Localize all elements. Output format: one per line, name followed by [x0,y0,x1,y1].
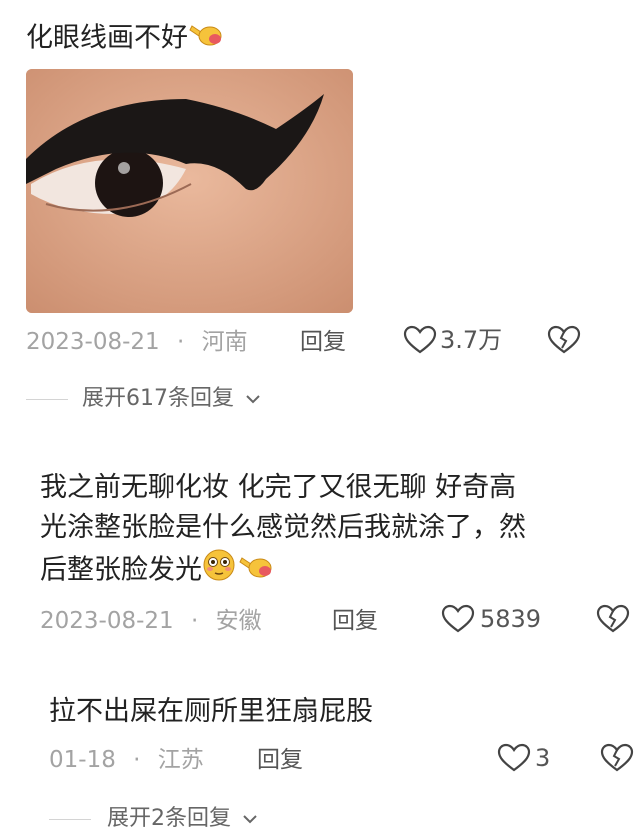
comment-3-dislike-button[interactable] [600,743,634,777]
comment-2-line-3: 后整张脸发光 [40,554,202,586]
comment-1-date: 2023-08-21 [26,329,160,355]
meta-separator: · [190,608,199,634]
comment-2-like-button[interactable]: 5839 [441,604,541,634]
comment-1-text: 化眼线画不好 [26,18,224,60]
meta-separator: · [176,329,185,355]
comment-1-reply-button[interactable]: 回复 [300,327,346,357]
comment-2-text: 我之前无聊化妆 化完了又很无聊 好奇高 光涂整张脸是什么感觉然后我就涂了，然 后… [40,468,526,594]
heart-icon [441,604,475,634]
meta-separator: · [133,747,141,773]
comment-1-meta: 2023-08-21 · 河南 [26,327,248,357]
comment-3-like-button[interactable]: 3 [497,743,550,773]
flushed-face-emoji-icon [202,548,238,594]
heart-icon [497,743,531,773]
comment-2-line-2: 光涂整张脸是什么感觉然后我就涂了，然 [40,512,526,543]
broken-heart-icon [600,743,634,777]
comment-3-expand-replies[interactable]: 展开2条回复 [107,804,258,834]
comment-3-meta: 01-18 · 江苏 [49,745,204,775]
chevron-down-icon [242,804,258,834]
comment-1-location: 河南 [201,329,248,355]
comment-3-text: 拉不出屎在厕所里狂扇屁股 [49,696,373,727]
broken-heart-icon [547,325,581,359]
pointing-hand-emoji-icon [188,18,224,60]
comment-1-like-count: 3.7万 [440,326,503,354]
eyeliner-photo[interactable] [26,69,353,313]
comment-1-expand-label: 展开617条回复 [82,386,234,411]
comment-3-location: 江苏 [157,747,204,773]
broken-heart-icon [596,604,630,638]
comment-1-like-button[interactable]: 3.7万 [403,325,502,355]
comment-2-dislike-button[interactable] [596,604,630,638]
comment-3-like-count: 3 [535,744,551,772]
comment-1-line-1: 化眼线画不好 [26,22,188,54]
comment-3-reply-button[interactable]: 回复 [257,745,303,775]
comment-2-line-3-row: 后整张脸发光 [40,548,526,594]
comment-2-reply-button[interactable]: 回复 [332,606,378,636]
comment-2-line-1: 我之前无聊化妆 化完了又很无聊 好奇高 [40,472,517,503]
heart-icon [403,325,437,355]
pointing-hand-emoji-icon [238,550,274,592]
comment-1-dislike-button[interactable] [547,325,581,359]
comment-2-like-count: 5839 [480,605,542,633]
comment-2-date: 2023-08-21 [40,608,174,634]
expand-divider-line [49,819,91,820]
comment-2-location: 安徽 [215,608,262,634]
expand-divider-line [26,399,68,400]
comment-2-meta: 2023-08-21 · 安徽 [40,606,262,636]
comment-1-expand-replies[interactable]: 展开617条回复 [82,384,261,414]
chevron-down-icon [245,384,261,414]
comment-3-expand-label: 展开2条回复 [107,806,231,831]
comment-3-date: 01-18 [49,747,116,773]
